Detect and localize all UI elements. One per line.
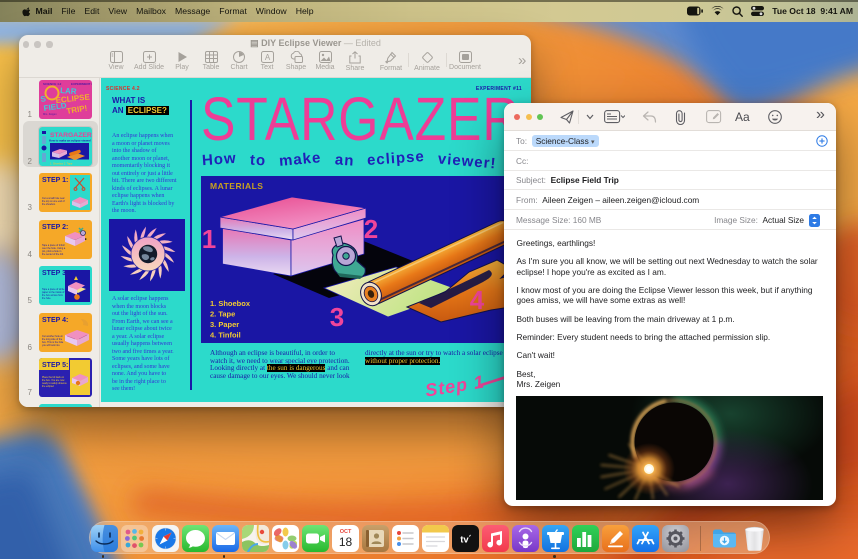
svg-text:4. Tinfoil: 4. Tinfoil <box>210 331 241 340</box>
svg-text:STEP 5:: STEP 5: <box>42 362 68 369</box>
svg-text:Mrs. Zeigen: Mrs. Zeigen <box>43 112 57 116</box>
svg-text:How to make an eclipse viewer!: How to make an eclipse viewer! <box>49 138 91 142</box>
svg-text:the eclipse!: the eclipse! <box>42 385 54 388</box>
svg-text:STEP 4:: STEP 4: <box>42 317 68 324</box>
svg-text:EXPERIMENT #11: EXPERIMENT #11 <box>71 82 92 86</box>
svg-text:2: 2 <box>364 214 378 244</box>
svg-text:1. Shoebox 2. Tape: 1. Shoebox 2. Tape <box>50 161 73 165</box>
svg-text:you will look into.: you will look into. <box>42 344 60 347</box>
svg-text:tv: tv <box>460 534 469 545</box>
svg-text:the hole.: the hole. <box>42 297 52 300</box>
svg-text:3: 3 <box>330 302 344 332</box>
svg-text:TRIP!: TRIP! <box>65 103 87 115</box>
svg-text:A: A <box>264 53 270 62</box>
svg-text:4: 4 <box>470 285 485 315</box>
svg-text:1. Shoebox: 1. Shoebox <box>210 299 251 308</box>
svg-text:STEP 1:: STEP 1: <box>42 177 68 184</box>
svg-text:STEP 2:: STEP 2: <box>42 224 68 231</box>
svg-text:SCIENCE 4.2: SCIENCE 4.2 <box>43 82 62 86</box>
svg-text:18: 18 <box>338 535 352 549</box>
svg-text:2. Tape: 2. Tape <box>210 310 235 319</box>
svg-text:1: 1 <box>202 224 216 254</box>
svg-text:3. Paper: 3. Paper <box>210 320 239 329</box>
svg-text:the shoebox.: the shoebox. <box>42 203 56 206</box>
svg-text:FIELD: FIELD <box>43 101 67 113</box>
svg-text:the center of the foil.: the center of the foil. <box>42 253 64 256</box>
svg-text:STEP 3:: STEP 3: <box>42 270 68 277</box>
svg-text:MATERIALS: MATERIALS <box>210 181 263 191</box>
